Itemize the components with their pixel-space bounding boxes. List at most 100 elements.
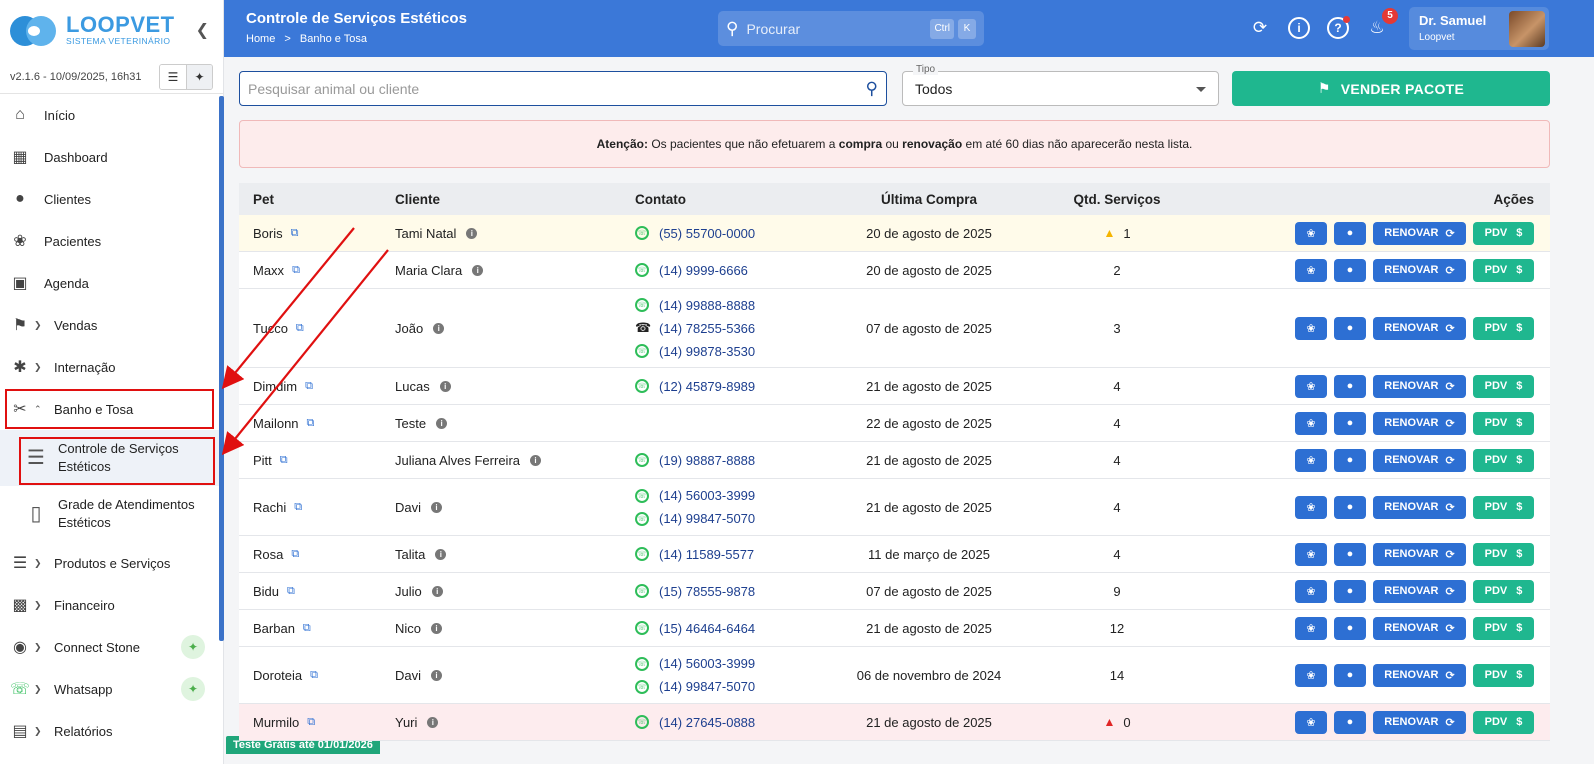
pdv-button[interactable]: PDV $ (1473, 616, 1534, 640)
paw-button[interactable]: ❀ (1295, 448, 1327, 472)
pet-name[interactable]: Rachi (253, 500, 286, 515)
refresh-icon[interactable]: ⟳ (1249, 17, 1271, 39)
sidebar-item-clientes[interactable]: ● Clientes (0, 178, 223, 220)
sidebar-item-banho-e-tosa[interactable]: ✂ ⌃ Banho e Tosa (4, 388, 215, 430)
paw-button[interactable]: ❀ (1295, 542, 1327, 566)
pdv-button[interactable]: PDV $ (1473, 542, 1534, 566)
info-icon[interactable]: i (431, 501, 443, 513)
info-icon[interactable]: i (431, 585, 443, 597)
paw-button[interactable]: ❀ (1295, 374, 1327, 398)
pet-name[interactable]: Maxx (253, 263, 284, 278)
paw-button[interactable]: ❀ (1295, 616, 1327, 640)
pdv-button[interactable]: PDV $ (1473, 411, 1534, 435)
col-cliente[interactable]: Cliente (379, 192, 619, 207)
pdv-button[interactable]: PDV $ (1473, 663, 1534, 687)
renew-button[interactable]: RENOVAR ⟳ (1373, 663, 1466, 687)
contact-phone[interactable]: ☏ (15) 78555-9878 (635, 580, 809, 603)
help-icon[interactable]: ? (1327, 16, 1350, 39)
contact-phone[interactable]: ☏ (14) 56003-3999 (635, 484, 809, 507)
external-link-icon[interactable]: ⧉ (294, 501, 302, 514)
contact-phone[interactable]: ☎ (14) 78255-5366 (635, 317, 809, 340)
paw-button[interactable]: ❀ (1295, 411, 1327, 435)
info-icon[interactable]: i (1288, 17, 1310, 39)
pdv-button[interactable]: PDV $ (1473, 448, 1534, 472)
contact-phone[interactable]: ☏ (14) 27645-0888 (635, 711, 809, 734)
paw-button[interactable]: ❀ (1295, 663, 1327, 687)
sidebar-item-dashboard[interactable]: ▦ Dashboard (0, 136, 223, 178)
info-icon[interactable]: i (530, 454, 541, 466)
pet-name[interactable]: Bidu (253, 584, 279, 599)
renew-button[interactable]: RENOVAR ⟳ (1373, 495, 1466, 519)
client-button[interactable]: ● (1334, 258, 1366, 282)
contact-phone[interactable]: ☏ (14) 99888-8888 (635, 294, 809, 317)
client-button[interactable]: ● (1334, 316, 1366, 340)
contact-phone[interactable]: ☏ (55) 55700-0000 (635, 222, 809, 245)
info-icon[interactable]: i (436, 417, 448, 429)
external-link-icon[interactable]: ⧉ (305, 380, 313, 393)
external-link-icon[interactable]: ⧉ (307, 417, 315, 430)
pdv-button[interactable]: PDV $ (1473, 495, 1534, 519)
info-icon[interactable]: i (433, 322, 445, 334)
pdv-button[interactable]: PDV $ (1473, 221, 1534, 245)
renew-button[interactable]: RENOVAR ⟳ (1373, 258, 1466, 282)
sidebar-subitem-grade[interactable]: ▯ Grade de Atendimentos Estéticos (0, 486, 223, 542)
external-link-icon[interactable]: ⧉ (292, 264, 300, 277)
info-icon[interactable]: i (427, 716, 439, 728)
external-link-icon[interactable]: ⧉ (310, 669, 318, 682)
renew-button[interactable]: RENOVAR ⟳ (1373, 411, 1466, 435)
info-icon[interactable]: i (431, 669, 443, 681)
client-button[interactable]: ● (1334, 616, 1366, 640)
col-qtd-servicos[interactable]: Qtd. Serviços (1049, 192, 1185, 207)
sidebar-item-pacientes[interactable]: ❀ Pacientes (0, 220, 223, 262)
client-button[interactable]: ● (1334, 448, 1366, 472)
client-button[interactable]: ● (1334, 663, 1366, 687)
pdv-button[interactable]: PDV $ (1473, 710, 1534, 734)
renew-button[interactable]: RENOVAR ⟳ (1373, 542, 1466, 566)
contact-phone[interactable]: ☏ (14) 99847-5070 (635, 507, 809, 530)
sidebar-item-inicio[interactable]: ⌂ Início (0, 94, 223, 136)
pet-name[interactable]: Mailonn (253, 416, 299, 431)
paw-button[interactable]: ❀ (1295, 579, 1327, 603)
paw-button[interactable]: ❀ (1295, 495, 1327, 519)
col-ultima-compra[interactable]: Última Compra (809, 192, 1049, 207)
renew-button[interactable]: RENOVAR ⟳ (1373, 316, 1466, 340)
sidebar-item-financeiro[interactable]: ▩ ❯ Financeiro (0, 584, 223, 626)
contact-phone[interactable]: ☏ (14) 99847-5070 (635, 675, 809, 698)
tipo-select[interactable]: Tipo Todos (902, 64, 1219, 106)
contact-phone[interactable]: ☏ (14) 99878-3530 (635, 340, 809, 363)
client-button[interactable]: ● (1334, 579, 1366, 603)
info-icon[interactable]: i (472, 264, 484, 276)
external-link-icon[interactable]: ⧉ (296, 322, 304, 335)
pdv-button[interactable]: PDV $ (1473, 316, 1534, 340)
paw-button[interactable]: ❀ (1295, 221, 1327, 245)
client-button[interactable]: ● (1334, 221, 1366, 245)
pet-name[interactable]: Boris (253, 226, 283, 241)
client-button[interactable]: ● (1334, 374, 1366, 398)
renew-button[interactable]: RENOVAR ⟳ (1373, 710, 1466, 734)
pdv-button[interactable]: PDV $ (1473, 374, 1534, 398)
info-icon[interactable]: i (439, 380, 451, 392)
col-contato[interactable]: Contato (619, 192, 809, 207)
info-icon[interactable]: i (435, 548, 447, 560)
search-icon[interactable]: ⚲ (866, 79, 878, 99)
sidebar-item-agenda[interactable]: ▣ Agenda (0, 262, 223, 304)
contact-phone[interactable]: ☏ (12) 45879-8989 (635, 375, 809, 398)
client-button[interactable]: ● (1334, 542, 1366, 566)
menu-list-icon[interactable]: ☰ (160, 64, 186, 89)
paw-button[interactable]: ❀ (1295, 258, 1327, 282)
contact-phone[interactable]: ☏ (14) 56003-3999 (635, 652, 809, 675)
sidebar-item-produtos[interactable]: ☰ ❯ Produtos e Serviços (0, 542, 223, 584)
search-input[interactable]: Pesquisar animal ou cliente ⚲ (239, 71, 887, 106)
global-search[interactable]: ⚲ Procurar Ctrl K (718, 11, 984, 46)
paw-button[interactable]: ❀ (1295, 710, 1327, 734)
breadcrumb-home[interactable]: Home (246, 33, 275, 45)
pdv-button[interactable]: PDV $ (1473, 579, 1534, 603)
external-link-icon[interactable]: ⧉ (291, 548, 299, 561)
pdv-button[interactable]: PDV $ (1473, 258, 1534, 282)
renew-button[interactable]: RENOVAR ⟳ (1373, 448, 1466, 472)
sidebar-item-internacao[interactable]: ✱ ❯ Internação (0, 346, 223, 388)
client-button[interactable]: ● (1334, 411, 1366, 435)
renew-button[interactable]: RENOVAR ⟳ (1373, 579, 1466, 603)
sidebar-item-whatsapp[interactable]: ☏ ❯ Whatsapp ✦ (0, 668, 223, 710)
contact-phone[interactable]: ☏ (14) 9999-6666 (635, 259, 809, 282)
